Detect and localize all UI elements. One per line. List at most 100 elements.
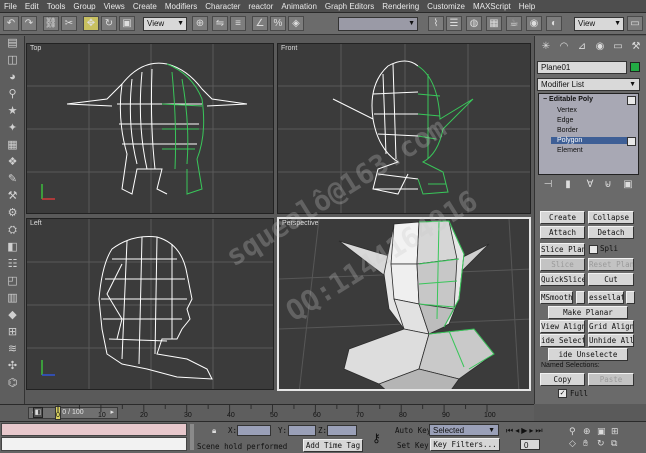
mirror-icon[interactable]: ⇋ <box>212 16 228 31</box>
material-editor-icon[interactable]: ◍ <box>466 16 482 31</box>
tessellate-settings-button[interactable] <box>626 291 635 304</box>
redo-icon[interactable]: ↷ <box>21 16 37 31</box>
maximize-viewport-icon[interactable]: ⧉ <box>611 438 617 449</box>
unlink-icon[interactable]: ✂ <box>61 16 77 31</box>
align-icon[interactable]: ≡ <box>230 16 246 31</box>
cut-button[interactable]: Cut <box>588 273 634 286</box>
select-link-icon[interactable]: ⛓ <box>43 16 59 31</box>
curve-editor-icon[interactable]: ⌇ <box>428 16 444 31</box>
wrench-icon[interactable]: ⚒ <box>4 189 21 204</box>
menu-maxscript[interactable]: MAXScript <box>469 2 515 11</box>
modifier-stack[interactable]: − Editable Poly Vertex Edge Border Polyg… <box>538 93 639 175</box>
display-panel-icon[interactable]: ▭ <box>611 40 625 54</box>
maxscript-listener-white[interactable] <box>1 437 187 451</box>
add-time-tag-button[interactable]: Add Time Tag <box>303 439 363 452</box>
slice-plane-button[interactable]: Slice Plane <box>540 243 585 256</box>
zoom-icon[interactable]: ⚲ <box>569 426 576 437</box>
display-icon[interactable]: ◧ <box>4 240 21 255</box>
stack-item-border[interactable]: Border <box>557 127 578 134</box>
hide-unselected-button[interactable]: ide Unselecte <box>548 348 628 361</box>
view-align-button[interactable]: View Align <box>540 320 585 333</box>
pivot-center-icon[interactable]: ⊕ <box>192 16 208 31</box>
detach-button[interactable]: Detach <box>588 226 634 239</box>
systems-icon[interactable]: ▦ <box>4 138 21 153</box>
stack-show-toggle[interactable] <box>627 137 636 146</box>
brush-icon[interactable]: ✎ <box>4 172 21 187</box>
modify-panel-icon[interactable]: ◠ <box>557 40 571 54</box>
slice-button[interactable]: Slice <box>540 258 585 271</box>
activeshade-icon[interactable]: ◐ <box>546 16 562 31</box>
lights-icon[interactable]: ◕ <box>4 70 21 85</box>
key-filters-button[interactable]: Key Filters... <box>430 438 500 451</box>
current-frame-field[interactable]: 0 <box>520 439 540 450</box>
schematic-view-icon[interactable]: ☰ <box>446 16 462 31</box>
create-button[interactable]: Create <box>540 211 585 224</box>
render-production-icon[interactable]: ▭ <box>627 16 643 31</box>
make-unique-icon[interactable]: ∀ <box>583 178 597 192</box>
stack-light-bulb-toggle[interactable] <box>627 96 636 105</box>
split-checkbox[interactable] <box>589 245 598 254</box>
hide-selected-button[interactable]: ide Selecte <box>540 334 585 347</box>
menu-animation[interactable]: Animation <box>277 2 321 11</box>
rig-icon[interactable]: ✣ <box>4 359 21 374</box>
space-warps-icon[interactable]: ✦ <box>4 121 21 136</box>
menu-help[interactable]: Help <box>515 2 539 11</box>
collapse-button[interactable]: Collapse <box>588 211 634 224</box>
undo-icon[interactable]: ↶ <box>3 16 19 31</box>
menu-create[interactable]: Create <box>129 2 161 11</box>
modifier-icon[interactable]: ◆ <box>4 308 21 323</box>
object-name-field[interactable]: Plane01 <box>537 61 627 74</box>
show-end-result-icon[interactable]: ▮ <box>561 178 575 192</box>
go-to-start-icon[interactable]: ⏮︎ <box>506 426 515 435</box>
render-scene-icon[interactable]: ▦ <box>486 16 502 31</box>
viewport-top[interactable]: Top <box>26 43 274 214</box>
field-of-view-icon[interactable]: ◇ <box>569 438 576 449</box>
menu-tools[interactable]: Tools <box>43 2 70 11</box>
z-coord-field[interactable] <box>327 425 357 436</box>
pan-icon[interactable]: ✋︎ <box>583 438 588 449</box>
selection-lock-icon[interactable]: 🔒︎ <box>212 426 226 437</box>
selected-set-dropdown[interactable]: Selected ▼ <box>429 424 499 436</box>
select-scale-icon[interactable]: ▣ <box>119 16 135 31</box>
stack-item-vertex[interactable]: Vertex <box>557 107 577 114</box>
menu-rendering[interactable]: Rendering <box>378 2 423 11</box>
x-coord-field[interactable] <box>237 425 271 436</box>
configure-sets-icon[interactable]: ▣ <box>621 178 635 192</box>
menu-views[interactable]: Views <box>100 2 129 11</box>
hierarchy-panel-icon[interactable]: ⊿ <box>575 40 589 54</box>
grid-align-button[interactable]: Grid Align <box>588 320 634 333</box>
render-last-icon[interactable]: ◉ <box>526 16 542 31</box>
zoom-all-icon[interactable]: ⊕ <box>583 426 591 437</box>
select-move-icon[interactable]: ✥ <box>83 16 99 31</box>
select-rotate-icon[interactable]: ↻ <box>101 16 117 31</box>
helpers-icon[interactable]: ★ <box>4 104 21 119</box>
quickslice-button[interactable]: QuickSlice <box>540 273 585 286</box>
unhide-all-button[interactable]: Unhide All <box>588 334 634 347</box>
zoom-extents-all-icon[interactable]: ⊞ <box>611 426 619 437</box>
maxscript-listener-pink[interactable] <box>1 423 187 436</box>
spline-icon[interactable]: ◰ <box>4 274 21 289</box>
particles-icon[interactable]: ❖ <box>4 155 21 170</box>
reset-plane-button[interactable]: Reset Plane <box>588 258 634 271</box>
arc-rotate-icon[interactable]: ↻ <box>597 438 605 449</box>
render-type-dropdown[interactable]: View ▼ <box>574 17 624 31</box>
msmooth-settings-button[interactable] <box>576 291 585 304</box>
menu-group[interactable]: Group <box>69 2 99 11</box>
angle-snap-icon[interactable]: % <box>270 16 286 31</box>
make-planar-button[interactable]: Make Planar <box>548 306 628 319</box>
full-checkbox[interactable]: ✓ <box>558 389 567 398</box>
stack-item-element[interactable]: Element <box>557 147 583 154</box>
stack-item-polygon[interactable]: Polygon <box>551 137 627 144</box>
copy-button[interactable]: Copy <box>540 373 585 386</box>
menu-file[interactable]: File <box>0 2 21 11</box>
go-to-end-icon[interactable]: ⏭︎ <box>535 426 544 435</box>
msmooth-button[interactable]: MSmooth <box>540 291 573 304</box>
attach-button[interactable]: Attach <box>540 226 585 239</box>
paste-button[interactable]: Paste <box>588 373 634 386</box>
pin-stack-icon[interactable]: ⊣ <box>541 178 555 192</box>
motion-panel-icon[interactable]: ◉ <box>593 40 607 54</box>
menu-customize[interactable]: Customize <box>423 2 469 11</box>
object-color-swatch[interactable] <box>630 62 640 72</box>
menu-graph-editors[interactable]: Graph Editors <box>321 2 378 11</box>
quick-render-icon[interactable]: ☕ <box>506 16 522 31</box>
